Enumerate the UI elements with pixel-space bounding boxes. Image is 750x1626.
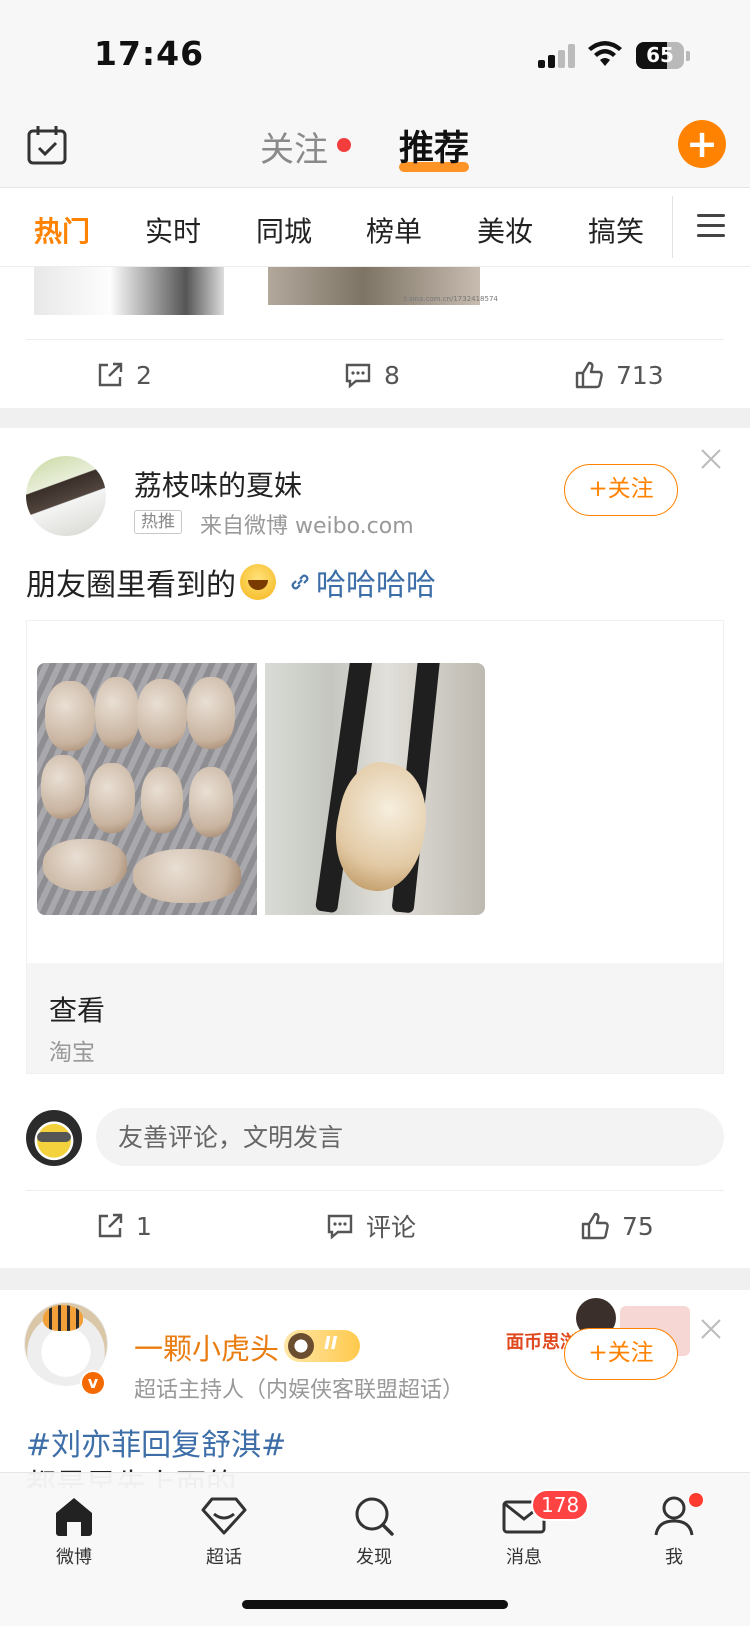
repost-button[interactable]: 2 bbox=[96, 358, 152, 392]
follow-button[interactable]: +关注 bbox=[564, 464, 678, 516]
post-username[interactable]: 荔枝味的夏妹 bbox=[134, 464, 302, 504]
like-count: 75 bbox=[622, 1211, 654, 1241]
tab-follow[interactable]: 关注 bbox=[260, 122, 328, 171]
comment-icon bbox=[345, 363, 371, 389]
repost-button[interactable]: 1 bbox=[96, 1209, 152, 1243]
member-medal-icon bbox=[284, 1330, 360, 1362]
tab-messages[interactable]: 消息 178 bbox=[479, 1489, 590, 1569]
channel-bar: 热门 实时 同城 榜单 美妆 搞笑 bbox=[0, 188, 750, 267]
tab-label: 消息 bbox=[506, 1547, 542, 1568]
home-indicator[interactable] bbox=[242, 1600, 508, 1609]
share-icon bbox=[98, 362, 123, 387]
link-icon bbox=[291, 574, 309, 590]
cellular-signal-icon bbox=[538, 44, 576, 68]
post-action-row: 2 8 713 bbox=[26, 339, 724, 407]
comment-row bbox=[26, 1108, 724, 1168]
top-nav: 关注 推荐 + bbox=[0, 108, 750, 188]
thumbs-up-icon bbox=[581, 1212, 609, 1240]
prev-post-card: t.sina.com.cn/1732418574 2 8 713 bbox=[0, 267, 750, 408]
tab-label: 微博 bbox=[56, 1547, 92, 1568]
channel-funny[interactable]: 搞笑 bbox=[588, 210, 644, 250]
image-watermark: t.sina.com.cn/1732418574 bbox=[404, 295, 498, 303]
product-image[interactable] bbox=[265, 663, 485, 915]
post-text: 朋友圈里看到的 哈哈哈哈 bbox=[26, 560, 436, 604]
like-button[interactable]: 713 bbox=[574, 358, 664, 392]
verified-badge-icon: v bbox=[80, 1370, 106, 1396]
product-source: 淘宝 bbox=[49, 1040, 95, 1066]
like-count: 713 bbox=[616, 360, 664, 390]
comment-label: 评论 bbox=[366, 1213, 417, 1242]
like-button[interactable]: 75 bbox=[580, 1209, 654, 1243]
post-card: 荔枝味的夏妹 热推 来自微博 weibo.com +关注 朋友圈里看到的 哈哈哈… bbox=[0, 428, 750, 1268]
product-footer[interactable]: 查看 淘宝 bbox=[27, 963, 723, 1073]
channel-ranking[interactable]: 榜单 bbox=[366, 210, 422, 250]
share-icon bbox=[98, 1213, 123, 1238]
comment-button[interactable]: 8 bbox=[344, 358, 400, 392]
tab-home[interactable]: 微博 bbox=[29, 1495, 119, 1569]
avatar[interactable] bbox=[26, 456, 106, 536]
post-source: 来自微博 weibo.com bbox=[200, 514, 414, 539]
comment-input[interactable] bbox=[96, 1108, 724, 1166]
comment-icon bbox=[327, 1214, 353, 1240]
post-username[interactable]: 一颗小虎头 bbox=[134, 1326, 279, 1368]
close-icon[interactable] bbox=[700, 1318, 722, 1340]
status-time: 17:46 bbox=[94, 34, 205, 73]
compose-button[interactable]: + bbox=[678, 120, 726, 168]
repost-count: 2 bbox=[136, 360, 152, 390]
battery-level: 65 bbox=[646, 43, 674, 67]
product-title: 查看 bbox=[49, 994, 106, 1027]
channel-local[interactable]: 同城 bbox=[256, 210, 312, 250]
comment-count: 8 bbox=[384, 360, 400, 390]
home-icon bbox=[56, 1498, 92, 1536]
menu-icon[interactable] bbox=[697, 214, 727, 238]
hot-tag-badge: 热推 bbox=[134, 510, 182, 534]
comment-button[interactable]: 评论 bbox=[326, 1209, 416, 1243]
close-icon[interactable] bbox=[700, 448, 722, 470]
thumbs-up-icon bbox=[575, 361, 603, 389]
post-action-row: 1 评论 75 bbox=[26, 1190, 724, 1258]
tab-label: 发现 bbox=[356, 1547, 392, 1568]
calendar-check-icon[interactable] bbox=[26, 124, 68, 166]
channel-hot[interactable]: 热门 bbox=[34, 210, 90, 250]
channel-realtime[interactable]: 实时 bbox=[145, 210, 201, 250]
battery-icon: 65 bbox=[636, 42, 684, 69]
user-role: 超话主持人（内娱侠客联盟超话） bbox=[134, 1378, 465, 1403]
diamond-icon bbox=[201, 1497, 247, 1535]
prev-post-image[interactable] bbox=[34, 267, 224, 315]
tab-label: 我 bbox=[665, 1547, 683, 1568]
topic-hashtag[interactable]: #刘亦菲回复舒淇# bbox=[26, 1420, 286, 1464]
follow-unread-dot bbox=[337, 138, 351, 152]
tab-me[interactable]: 我 bbox=[629, 1493, 719, 1569]
status-bar: 17:46 65 bbox=[0, 0, 750, 108]
follow-button[interactable]: +关注 bbox=[564, 1328, 678, 1380]
notification-dot bbox=[689, 1493, 703, 1507]
search-icon bbox=[355, 1497, 394, 1536]
post-body: 朋友圈里看到的 bbox=[26, 568, 236, 603]
tab-discover[interactable]: 发现 bbox=[329, 1495, 419, 1569]
post-link[interactable]: 哈哈哈哈 bbox=[288, 560, 436, 604]
tab-recommend[interactable]: 推荐 bbox=[399, 120, 469, 171]
post-link-text: 哈哈哈哈 bbox=[316, 568, 436, 603]
message-count-badge: 178 bbox=[531, 1489, 590, 1521]
battery-nub bbox=[686, 51, 690, 61]
tab-label: 超话 bbox=[206, 1547, 242, 1568]
wifi-icon bbox=[588, 41, 622, 66]
channel-divider bbox=[672, 196, 673, 258]
channel-beauty[interactable]: 美妆 bbox=[477, 210, 533, 250]
repost-count: 1 bbox=[136, 1211, 152, 1241]
avatar bbox=[26, 1110, 82, 1166]
tab-supertopic[interactable]: 超话 bbox=[179, 1495, 269, 1569]
product-image[interactable] bbox=[37, 663, 257, 915]
product-card[interactable]: 查看 淘宝 bbox=[26, 620, 724, 1074]
laugh-cry-emoji-icon bbox=[240, 564, 276, 600]
